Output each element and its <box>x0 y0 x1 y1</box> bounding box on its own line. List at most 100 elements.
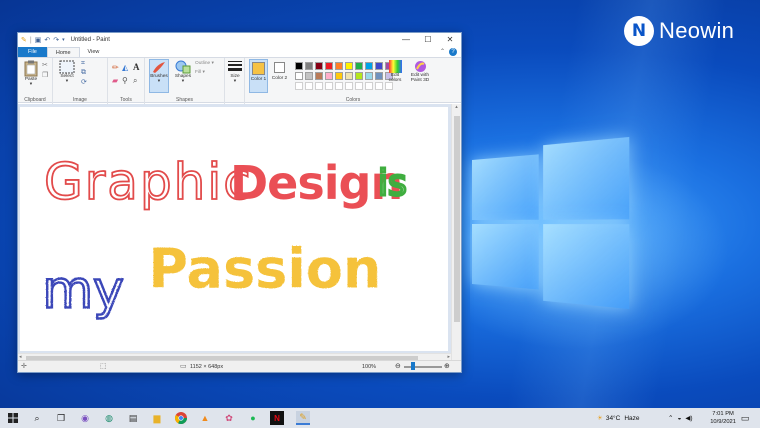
network-icon[interactable]: ◒ <box>677 415 681 422</box>
redo-icon[interactable]: ↷ <box>53 36 59 44</box>
volume-icon[interactable]: ◀) <box>685 414 692 422</box>
shapes-icon <box>175 60 191 74</box>
zoom-out-button[interactable]: ⊖ <box>395 362 401 370</box>
custom-color-slot[interactable] <box>315 82 323 90</box>
palette-swatch[interactable] <box>365 72 373 80</box>
tab-file[interactable]: File <box>18 47 47 57</box>
tab-home[interactable]: Home <box>46 47 80 57</box>
color2-button[interactable]: Color 2 <box>270 59 289 81</box>
size-button[interactable]: Size ▾ <box>227 60 243 84</box>
palette-swatch[interactable] <box>325 72 333 80</box>
palette-swatch[interactable] <box>315 62 323 70</box>
color1-button[interactable]: Color 1 <box>249 59 268 93</box>
task-view-icon[interactable]: ❒ <box>54 411 68 425</box>
word-design: Design <box>230 156 402 210</box>
edge-icon[interactable]: ◍ <box>102 411 116 425</box>
clock[interactable]: 7:01 PM 10/9/2021 <box>710 410 736 426</box>
custom-color-slot[interactable] <box>295 82 303 90</box>
paste-icon <box>24 60 38 77</box>
drawing-canvas[interactable]: Graphic Design is my Passion <box>20 107 448 351</box>
palette-swatch[interactable] <box>345 72 353 80</box>
palette-swatch[interactable] <box>305 62 313 70</box>
group-tools: ✏ ◭ A ▰ ⚲ ⌕ Tools <box>108 58 145 104</box>
palette-swatch[interactable] <box>345 62 353 70</box>
palette-swatch[interactable] <box>335 72 343 80</box>
custom-color-slot[interactable] <box>305 82 313 90</box>
palette-swatch[interactable] <box>305 72 313 80</box>
maximize-button[interactable]: ☐ <box>417 33 439 47</box>
palette-swatch[interactable] <box>375 72 383 80</box>
search-icon[interactable]: ⌕ <box>30 411 44 425</box>
palette-swatch[interactable] <box>365 62 373 70</box>
custom-color-slot[interactable] <box>345 82 353 90</box>
rotate-icon[interactable]: ⟳ <box>81 78 87 86</box>
custom-color-slot[interactable] <box>325 82 333 90</box>
magnifier-icon[interactable]: ⌕ <box>133 76 137 86</box>
chrome-icon[interactable] <box>174 411 188 425</box>
notifications-icon[interactable]: ▭ <box>738 411 752 425</box>
shapes-button[interactable]: Shapes ▾ <box>173 60 193 84</box>
help-icon[interactable]: ? <box>449 48 457 56</box>
minimize-button[interactable]: — <box>395 33 417 47</box>
collapse-ribbon-icon[interactable]: ⌃ <box>440 48 445 55</box>
custom-color-slot[interactable] <box>355 82 363 90</box>
custom-color-slot[interactable] <box>385 82 393 90</box>
edit-paint3d-button[interactable]: Edit with Paint 3D <box>407 60 433 83</box>
vlc-icon[interactable]: ▲ <box>198 411 212 425</box>
palette-swatch[interactable] <box>295 72 303 80</box>
undo-icon[interactable]: ↶ <box>44 36 50 44</box>
select-button[interactable]: Select ▾ <box>56 60 78 84</box>
cursor-position-icon: ✛ <box>21 363 27 370</box>
custom-color-slot[interactable] <box>365 82 373 90</box>
paint-taskbar-icon[interactable]: ✎ <box>296 411 310 425</box>
brushes-button[interactable]: Brushes ▾ <box>149 59 169 93</box>
tab-view[interactable]: View <box>80 47 108 57</box>
weather-icon: ☀ <box>597 415 603 422</box>
zoom-slider-thumb[interactable] <box>411 362 415 370</box>
tray-overflow-icon[interactable]: ⌃ <box>668 414 673 422</box>
color-wheel-icon <box>388 60 402 73</box>
palette-swatch[interactable] <box>335 62 343 70</box>
close-button[interactable]: ✕ <box>439 33 461 47</box>
pencil-icon[interactable]: ✏ <box>112 63 119 72</box>
netflix-icon[interactable]: N <box>270 411 284 425</box>
resize-icon[interactable]: ⧉ <box>81 69 86 77</box>
neowin-watermark: N Neowin <box>624 16 734 46</box>
quick-access-toolbar: ✎ | ▣ ↶ ↷ ▾ <box>21 36 65 45</box>
palette-swatch[interactable] <box>295 62 303 70</box>
start-button[interactable] <box>6 411 20 425</box>
app-icon-pink[interactable]: ✿ <box>222 411 236 425</box>
weather-widget[interactable]: ☀ 34°C Haze <box>597 408 640 428</box>
group-image: Select ▾ ⌗ ⧉ ⟳ Image <box>53 58 108 104</box>
app-icon-purple[interactable]: ◉ <box>78 411 92 425</box>
zoom-slider[interactable] <box>404 366 442 368</box>
palette-swatch[interactable] <box>355 62 363 70</box>
zoom-in-button[interactable]: ⊕ <box>444 362 450 370</box>
edit-colors-button[interactable]: Edit colors <box>385 60 405 83</box>
cut-icon[interactable]: ✂ <box>42 61 48 69</box>
spotify-icon[interactable]: ● <box>246 411 260 425</box>
save-icon[interactable]: ▣ <box>35 36 42 44</box>
palette-swatch[interactable] <box>325 62 333 70</box>
vertical-scrollbar[interactable]: ▴ <box>451 104 461 362</box>
custom-color-slot[interactable] <box>375 82 383 90</box>
drawing-svg[interactable]: Graphic Design is my Passion <box>20 107 448 351</box>
text-tool-icon[interactable]: A <box>133 62 140 72</box>
fill-bucket-icon[interactable]: ◭ <box>122 63 128 72</box>
store-icon[interactable]: ▤ <box>126 411 140 425</box>
customize-dropdown-icon[interactable]: ▾ <box>62 37 65 43</box>
color-picker-icon[interactable]: ⚲ <box>122 76 128 85</box>
file-explorer-icon[interactable]: ▆ <box>150 411 164 425</box>
vertical-scroll-thumb[interactable] <box>454 116 460 322</box>
palette-swatch[interactable] <box>355 72 363 80</box>
paste-button[interactable]: Paste ▾ <box>20 60 42 87</box>
fill-dropdown[interactable]: Fill ▾ <box>195 70 205 75</box>
palette-swatch[interactable] <box>315 72 323 80</box>
palette-swatch[interactable] <box>375 62 383 70</box>
copy-icon[interactable]: ❐ <box>42 71 48 79</box>
outline-dropdown[interactable]: Outline ▾ <box>195 61 214 66</box>
eraser-icon[interactable]: ▰ <box>112 76 118 85</box>
custom-color-slot[interactable] <box>335 82 343 90</box>
crop-icon[interactable]: ⌗ <box>81 60 85 68</box>
colors-group-label: Colors <box>345 97 361 103</box>
